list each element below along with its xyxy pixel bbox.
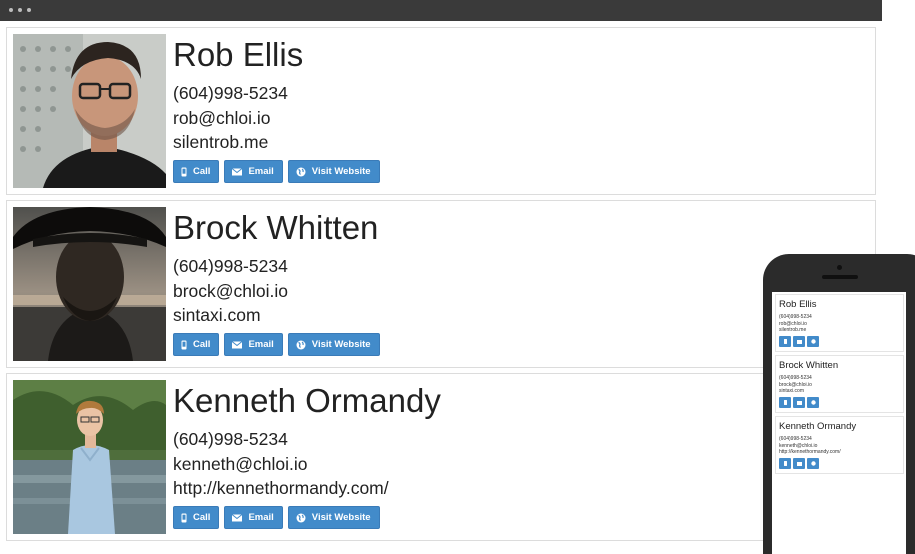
call-button-label: Call	[193, 512, 211, 523]
mobile-contact-phone: (604)998-5234	[779, 314, 812, 320]
window-controls	[9, 8, 31, 12]
contact-photo	[13, 207, 166, 361]
contact-card: Rob Ellis (604)998-5234 rob@chloi.io sil…	[6, 27, 876, 195]
email-button-label: Email	[248, 166, 274, 177]
mobile-call-button[interactable]	[779, 336, 791, 347]
globe-icon	[810, 339, 816, 344]
globe-icon	[810, 461, 816, 466]
globe-icon	[296, 513, 306, 522]
phone-camera-icon	[837, 265, 842, 270]
window-dot-icon[interactable]	[27, 8, 31, 12]
mobile-contact-name: Brock Whitten	[779, 360, 839, 371]
mobile-phone-icon	[181, 513, 187, 522]
envelope-icon	[796, 400, 802, 405]
email-button[interactable]: Email	[224, 506, 283, 529]
mobile-contact-phone: (604)998-5234	[779, 375, 812, 381]
visit-website-button-label: Visit Website	[311, 166, 371, 177]
contact-card: Kenneth Ormandy (604)998-5234 kenneth@ch…	[6, 373, 876, 541]
mobile-website-button[interactable]	[807, 397, 819, 408]
call-button-label: Call	[193, 166, 211, 177]
envelope-icon	[796, 339, 802, 344]
mobile-contact-card: Kenneth Ormandy (604)998-5234 kenneth@ch…	[775, 416, 904, 474]
visit-website-button[interactable]: Visit Website	[287, 506, 380, 529]
globe-icon	[296, 167, 306, 176]
phone-screen: Rob Ellis (604)998-5234 rob@chloi.io sil…	[772, 292, 906, 554]
mobile-phone-icon	[181, 340, 187, 349]
mobile-contact-website: sintaxi.com	[779, 388, 805, 394]
window-dot-icon[interactable]	[9, 8, 13, 12]
call-button[interactable]: Call	[173, 506, 220, 529]
envelope-icon	[796, 461, 802, 466]
visit-website-button-label: Visit Website	[311, 339, 371, 350]
email-button[interactable]: Email	[224, 333, 283, 356]
envelope-icon	[232, 513, 243, 521]
mobile-website-button[interactable]	[807, 336, 819, 347]
window-dot-icon[interactable]	[18, 8, 22, 12]
mobile-email-button[interactable]	[793, 336, 805, 347]
contact-name: Rob Ellis	[173, 36, 304, 73]
call-button[interactable]: Call	[173, 333, 220, 356]
envelope-icon	[232, 340, 243, 348]
call-button-label: Call	[193, 339, 211, 350]
visit-website-button[interactable]: Visit Website	[287, 333, 380, 356]
mobile-contact-name: Kenneth Ormandy	[779, 421, 857, 432]
email-button-label: Email	[248, 512, 274, 523]
mobile-phone-icon	[783, 339, 787, 344]
contact-actions: Call Email Visit Website	[173, 333, 380, 356]
phone-speaker-icon	[822, 275, 858, 279]
mobile-phone-icon	[181, 167, 187, 176]
mobile-call-button[interactable]	[779, 397, 791, 408]
contact-photo	[13, 380, 166, 534]
contact-photo	[13, 34, 166, 188]
mobile-email-button[interactable]	[793, 458, 805, 469]
browser-title-bar	[0, 0, 882, 21]
envelope-icon	[232, 167, 243, 175]
contact-name: Brock Whitten	[173, 209, 379, 246]
visit-website-button-label: Visit Website	[311, 512, 371, 523]
mobile-phone-icon	[783, 400, 787, 405]
mobile-contact-website: silentrob.me	[779, 327, 807, 333]
contact-website: silentrob.me	[173, 132, 269, 152]
mobile-contact-name: Rob Ellis	[779, 299, 817, 310]
visit-website-button[interactable]: Visit Website	[287, 160, 380, 183]
globe-icon	[296, 340, 306, 349]
call-button[interactable]: Call	[173, 160, 220, 183]
email-button-label: Email	[248, 339, 274, 350]
mobile-email-button[interactable]	[793, 397, 805, 408]
mobile-contact-card: Brock Whitten (604)998-5234 brock@chloi.…	[775, 355, 904, 413]
mobile-call-button[interactable]	[779, 458, 791, 469]
contact-phone: (604)998-5234	[173, 83, 288, 103]
email-button[interactable]: Email	[224, 160, 283, 183]
contact-actions: Call Email Visit Website	[173, 506, 380, 529]
contact-card: Brock Whitten (604)998-5234 brock@chloi.…	[6, 200, 876, 368]
mobile-contact-card: Rob Ellis (604)998-5234 rob@chloi.io sil…	[775, 294, 904, 352]
globe-icon	[810, 400, 816, 405]
contact-actions: Call Email Visit Website	[173, 160, 380, 183]
mobile-contact-website: http://kennethormandy.com/	[779, 449, 841, 455]
mobile-phone-icon	[783, 461, 787, 466]
mobile-website-button[interactable]	[807, 458, 819, 469]
phone-preview: Rob Ellis (604)998-5234 rob@chloi.io sil…	[763, 254, 915, 554]
contact-email: rob@chloi.io	[173, 107, 271, 128]
